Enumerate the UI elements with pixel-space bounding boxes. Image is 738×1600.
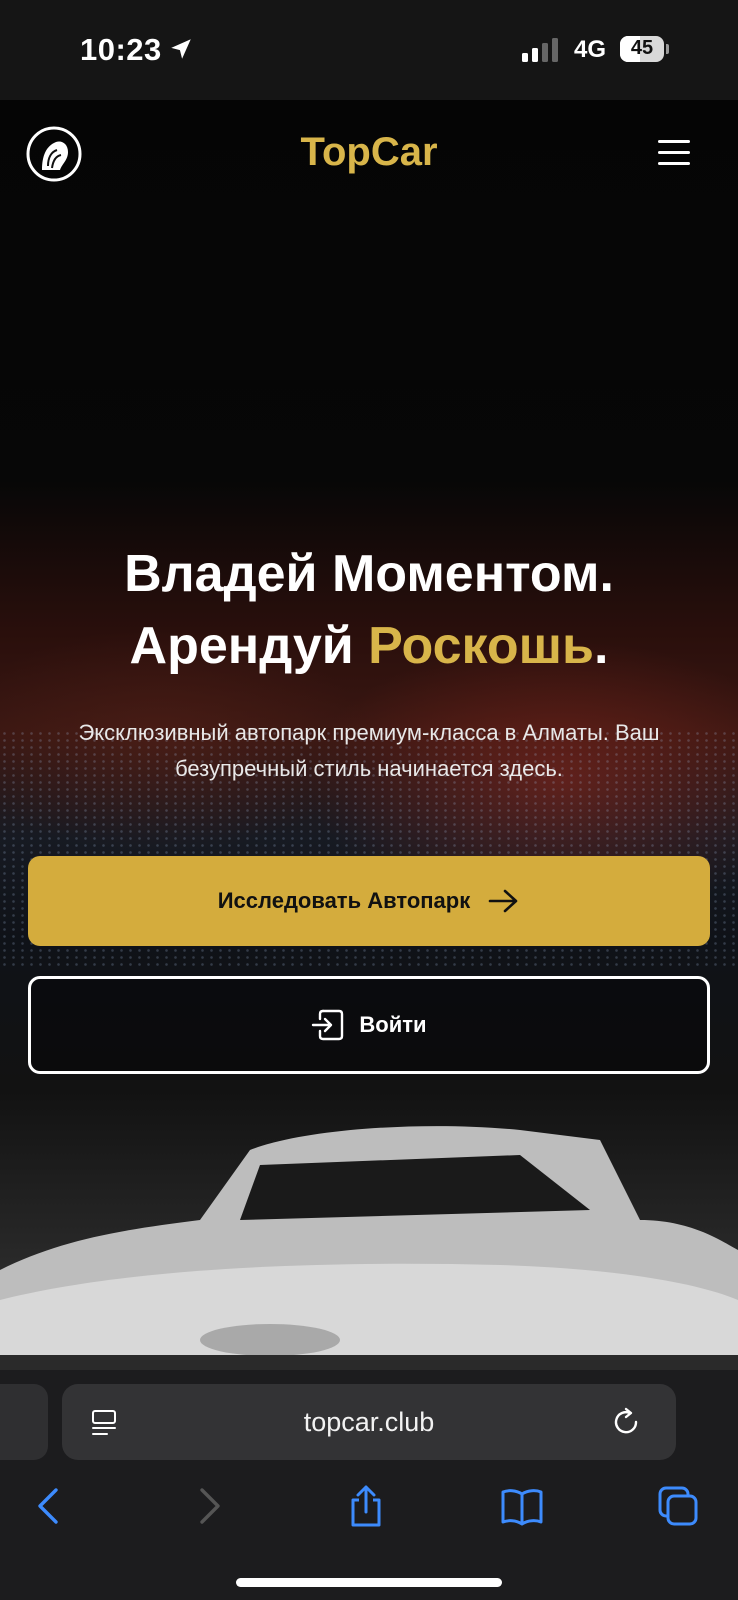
signal-bars-icon (522, 38, 558, 62)
reload-icon[interactable] (610, 1406, 642, 1438)
headline-line-1: Владей Моментом. (124, 545, 614, 603)
arrow-right-icon (488, 889, 518, 913)
forward-icon[interactable] (186, 1484, 230, 1528)
previous-tab-preview[interactable] (0, 1384, 48, 1460)
url-text[interactable]: topcar.club (62, 1384, 676, 1460)
headline-suffix: . (593, 617, 609, 675)
login-button[interactable]: Войти (28, 976, 710, 1074)
hero-subtitle: Эксклюзивный автопарк премиум-класса в А… (78, 720, 660, 781)
battery-percentage: 45 (630, 37, 654, 59)
safari-bottom-bar: topcar.club (0, 1370, 738, 1600)
explore-fleet-button[interactable]: Исследовать Автопарк (28, 856, 710, 946)
home-indicator[interactable] (236, 1578, 502, 1587)
network-type: 4G (574, 36, 607, 63)
headline-highlight: Роскошь (368, 617, 594, 675)
hamburger-menu-icon[interactable] (658, 140, 692, 168)
brand-title[interactable]: TopCar (0, 130, 738, 175)
hero-headline: Владей Моментом. Арендуй Роскошь. (0, 538, 738, 682)
address-bar[interactable]: topcar.club (62, 1384, 676, 1460)
explore-fleet-label: Исследовать Автопарк (217, 888, 471, 913)
back-icon[interactable] (28, 1484, 72, 1528)
battery-icon: 45 (620, 36, 669, 64)
tabs-icon[interactable] (656, 1484, 700, 1528)
login-icon (312, 1009, 344, 1041)
headline-line-2: Арендуй Роскошь. (0, 610, 738, 682)
status-time: 10:23 (80, 32, 162, 67)
login-label: Войти (359, 1012, 427, 1037)
bookmarks-icon[interactable] (500, 1484, 544, 1528)
status-bar: 10:23 4G 45 (0, 0, 738, 100)
location-arrow-icon (171, 39, 191, 59)
share-icon[interactable] (344, 1484, 388, 1528)
headline-prefix: Арендуй (129, 617, 369, 675)
car-silhouette (0, 1126, 738, 1370)
